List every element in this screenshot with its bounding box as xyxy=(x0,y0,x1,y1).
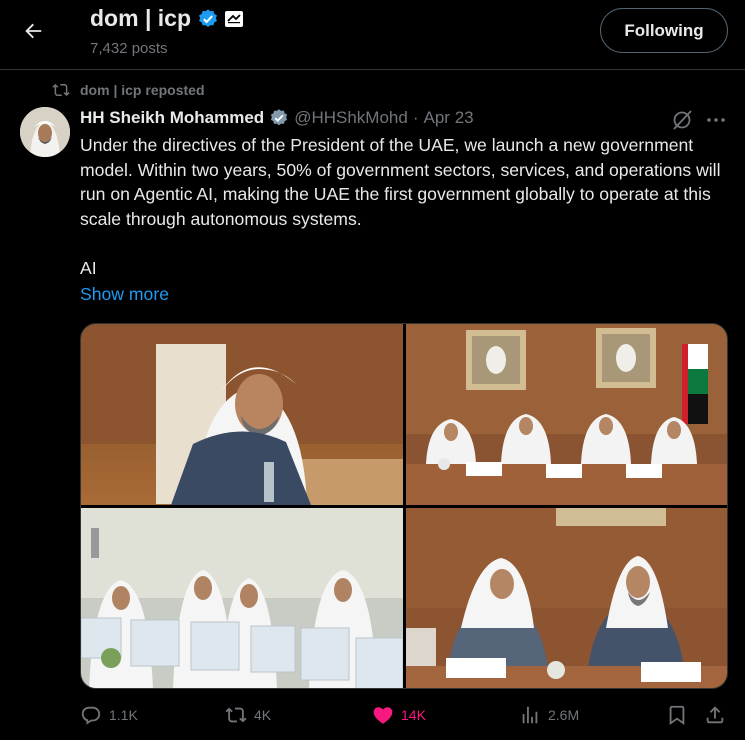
show-more-link[interactable]: Show more xyxy=(80,284,169,305)
media-photo-4[interactable] xyxy=(406,508,727,688)
more-options-icon[interactable] xyxy=(704,108,728,132)
profile-header: dom | icp 7,432 posts Following xyxy=(0,0,745,70)
heart-icon xyxy=(373,707,393,724)
affiliate-badge-icon xyxy=(225,10,243,27)
back-button[interactable] xyxy=(14,12,52,50)
media-grid xyxy=(80,323,728,689)
arrow-left-icon xyxy=(25,23,42,39)
repost-icon xyxy=(225,707,247,723)
bookmark-action[interactable] xyxy=(666,704,688,726)
bookmark-icon xyxy=(669,705,685,725)
author-avatar[interactable] xyxy=(20,107,70,157)
verified-badge-icon xyxy=(271,109,288,126)
tweet-text: Under the directives of the President of… xyxy=(80,135,721,229)
reply-action[interactable]: 1.1K xyxy=(80,704,138,726)
like-action[interactable]: 14K xyxy=(372,704,426,726)
author-name[interactable]: HH Sheikh Mohammed xyxy=(80,108,264,128)
media-photo-1[interactable] xyxy=(81,324,403,505)
repost-count: 4K xyxy=(254,707,272,723)
media-photo-3[interactable] xyxy=(81,508,403,688)
share-action[interactable] xyxy=(704,704,726,726)
action-bar: 1.1K 4K 14K 2.6M xyxy=(80,704,728,730)
media-photo-2[interactable] xyxy=(406,324,727,505)
post-count: 7,432 posts xyxy=(90,40,168,57)
verified-badge-icon xyxy=(199,8,217,27)
reply-icon xyxy=(81,706,101,725)
separator-dot: · xyxy=(412,108,419,127)
author-handle[interactable]: @HHShkMohd xyxy=(294,108,408,128)
post-date[interactable]: Apr 23 xyxy=(424,108,474,128)
reply-count: 1.1K xyxy=(109,707,138,723)
repost-label[interactable]: dom | icp reposted xyxy=(80,82,205,98)
grok-icon[interactable] xyxy=(670,108,694,132)
header-title: dom | icp xyxy=(90,5,243,32)
profile-name: dom | icp xyxy=(90,5,191,31)
like-count: 14K xyxy=(401,707,426,723)
repost-action[interactable]: 4K xyxy=(225,704,271,726)
following-button[interactable]: Following xyxy=(600,8,728,53)
views-count: 2.6M xyxy=(548,707,580,723)
views-action[interactable]: 2.6M xyxy=(519,704,579,726)
repost-icon xyxy=(52,83,70,96)
repost-indicator: dom | icp reposted xyxy=(52,81,205,99)
author-line: HH Sheikh Mohammed @HHShkMohd · Apr 23 xyxy=(80,108,474,128)
tweet-text-tail: AI xyxy=(80,258,97,278)
views-icon xyxy=(522,706,538,724)
share-icon xyxy=(706,706,724,724)
